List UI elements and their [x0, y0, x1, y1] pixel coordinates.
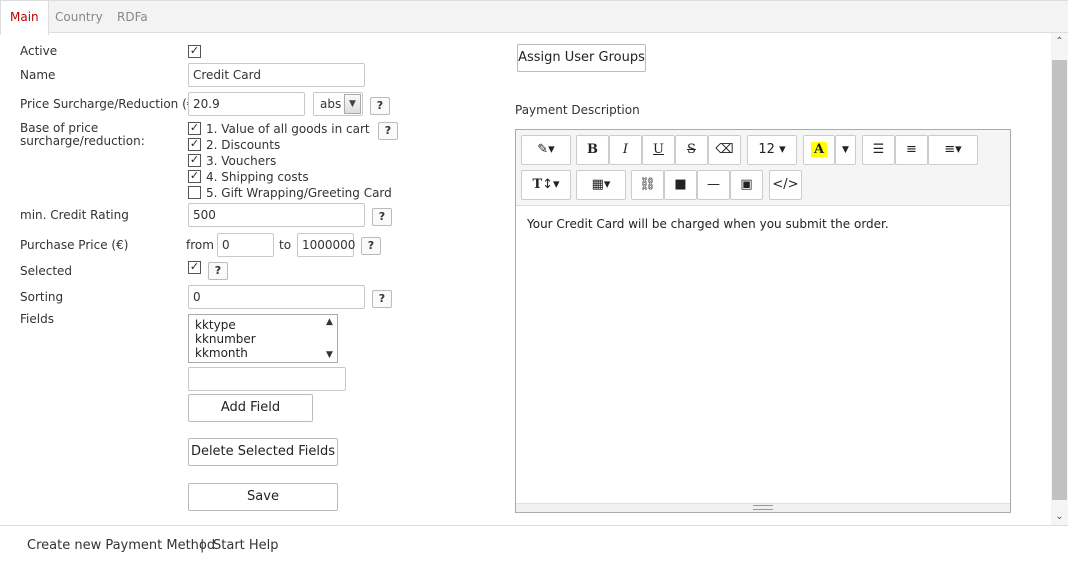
- tab-main[interactable]: Main: [0, 1, 49, 35]
- selected-help-button[interactable]: ?: [208, 262, 228, 280]
- magic-style-icon[interactable]: ✎▾: [521, 135, 571, 165]
- chevron-up-icon[interactable]: ⌃: [1051, 33, 1068, 50]
- selected-checkbox[interactable]: ✓: [188, 261, 201, 274]
- base-label-line-2: surcharge/reduction:: [20, 134, 145, 148]
- base-help-button[interactable]: ?: [378, 122, 398, 140]
- link-icon[interactable]: ⛓: [631, 170, 664, 200]
- to-label: to: [279, 238, 292, 252]
- create-payment-method-link[interactable]: Create new Payment Method: [27, 538, 215, 553]
- tab-rdfa[interactable]: RDFa: [108, 1, 157, 34]
- base-option-4-label: 4. Shipping costs: [206, 170, 309, 184]
- active-checkbox[interactable]: ✓: [188, 45, 201, 58]
- highlight-color-button[interactable]: A: [803, 135, 835, 165]
- purchase-to-input[interactable]: 1000000: [297, 233, 355, 257]
- font-size-select[interactable]: 12 ▾: [747, 135, 797, 165]
- surcharge-type-value: abs: [320, 97, 342, 111]
- align-icon[interactable]: ≡▾: [928, 135, 978, 165]
- listbox-scrollbar[interactable]: ▲ ▼: [322, 315, 337, 362]
- purchase-from-input[interactable]: 0: [217, 233, 274, 257]
- fields-label: Fields: [20, 312, 54, 326]
- image-icon[interactable]: ▣: [730, 170, 763, 200]
- add-field-button[interactable]: Add Field: [188, 394, 313, 422]
- eraser-icon[interactable]: ⌫: [708, 135, 741, 165]
- base-option-3-checkbox[interactable]: ✓: [188, 154, 201, 167]
- chevron-up-icon[interactable]: ▲: [322, 317, 337, 327]
- credit-rating-input[interactable]: 500: [188, 203, 365, 227]
- tab-bar: Main Country RDFa: [0, 0, 1068, 35]
- editor-toolbar: ✎▾ B I U S ⌫ 12 ▾ A ▼ ☰ ≡ ≡▾ T↕▾ ▦▾ ⛓ ■ …: [516, 130, 1010, 206]
- bold-button[interactable]: B: [576, 135, 609, 165]
- base-label-line-1: Base of price: [20, 121, 99, 135]
- text-height-icon[interactable]: T↕▾: [521, 170, 571, 200]
- base-option-5-label: 5. Gift Wrapping/Greeting Card: [206, 186, 392, 200]
- base-option-5-checkbox[interactable]: [188, 186, 201, 199]
- base-option-4-checkbox[interactable]: ✓: [188, 170, 201, 183]
- sorting-label: Sorting: [20, 290, 64, 304]
- editor-resize-handle[interactable]: [516, 503, 1010, 512]
- chevron-down-icon[interactable]: ▼: [322, 350, 337, 360]
- editor-content[interactable]: Your Credit Card will be charged when yo…: [527, 217, 889, 231]
- horizontal-rule-icon[interactable]: —: [697, 170, 730, 200]
- save-button[interactable]: Save: [188, 483, 338, 511]
- base-option-1-checkbox[interactable]: ✓: [188, 122, 201, 135]
- list-item[interactable]: kkmonth: [189, 346, 337, 360]
- purchase-help-button[interactable]: ?: [361, 237, 381, 255]
- active-label: Active: [20, 44, 58, 58]
- from-label: from: [186, 238, 214, 252]
- start-help-link[interactable]: Start Help: [213, 538, 279, 553]
- code-view-icon[interactable]: </>: [769, 170, 802, 200]
- table-icon[interactable]: ▦▾: [576, 170, 626, 200]
- assign-user-groups-button[interactable]: Assign User Groups: [517, 44, 646, 72]
- numbered-list-icon[interactable]: ≡: [895, 135, 928, 165]
- fields-listbox[interactable]: kktype kknumber kkmonth ▲ ▼: [188, 314, 338, 363]
- strikethrough-button[interactable]: S: [675, 135, 708, 165]
- video-icon[interactable]: ■: [664, 170, 697, 200]
- surcharge-input[interactable]: 20.9: [188, 92, 305, 116]
- name-label: Name: [20, 68, 56, 82]
- list-item[interactable]: kktype: [189, 318, 337, 332]
- name-input[interactable]: Credit Card: [188, 63, 365, 87]
- grip-icon: [753, 505, 773, 510]
- surcharge-type-select[interactable]: abs ▼: [313, 92, 363, 116]
- footer-separator: |: [200, 538, 205, 553]
- sorting-input[interactable]: 0: [188, 285, 365, 309]
- selected-label: Selected: [20, 264, 73, 278]
- scrollbar-thumb[interactable]: [1052, 60, 1067, 500]
- payment-description-label: Payment Description: [515, 103, 640, 117]
- credit-rating-label: min. Credit Rating: [20, 208, 129, 222]
- font-size-value: 12: [758, 142, 775, 157]
- underline-button[interactable]: U: [642, 135, 675, 165]
- chevron-down-icon: ▼: [344, 94, 361, 114]
- list-item[interactable]: kknumber: [189, 332, 337, 346]
- surcharge-label: Price Surcharge/Reduction (€): [20, 97, 200, 111]
- base-option-2-checkbox[interactable]: ✓: [188, 138, 201, 151]
- page-scrollbar[interactable]: ⌃ ⌄: [1051, 33, 1068, 525]
- italic-button[interactable]: I: [609, 135, 642, 165]
- footer: Create new Payment Method | Start Help: [0, 525, 1068, 564]
- highlight-dropdown-button[interactable]: ▼: [835, 135, 856, 165]
- base-option-3-label: 3. Vouchers: [206, 154, 277, 168]
- purchase-price-label: Purchase Price (€): [20, 238, 129, 252]
- chevron-down-icon[interactable]: ⌄: [1051, 508, 1068, 525]
- surcharge-help-button[interactable]: ?: [370, 97, 390, 115]
- sorting-help-button[interactable]: ?: [372, 290, 392, 308]
- new-field-input[interactable]: [188, 367, 346, 391]
- credit-help-button[interactable]: ?: [372, 208, 392, 226]
- rich-text-editor: ✎▾ B I U S ⌫ 12 ▾ A ▼ ☰ ≡ ≡▾ T↕▾ ▦▾ ⛓ ■ …: [515, 129, 1011, 513]
- tab-country[interactable]: Country: [46, 1, 112, 34]
- base-option-2-label: 2. Discounts: [206, 138, 281, 152]
- delete-selected-fields-button[interactable]: Delete Selected Fields: [188, 438, 338, 466]
- base-option-1-label: 1. Value of all goods in cart: [206, 122, 370, 136]
- bullet-list-icon[interactable]: ☰: [862, 135, 895, 165]
- highlight-icon: A: [810, 142, 828, 157]
